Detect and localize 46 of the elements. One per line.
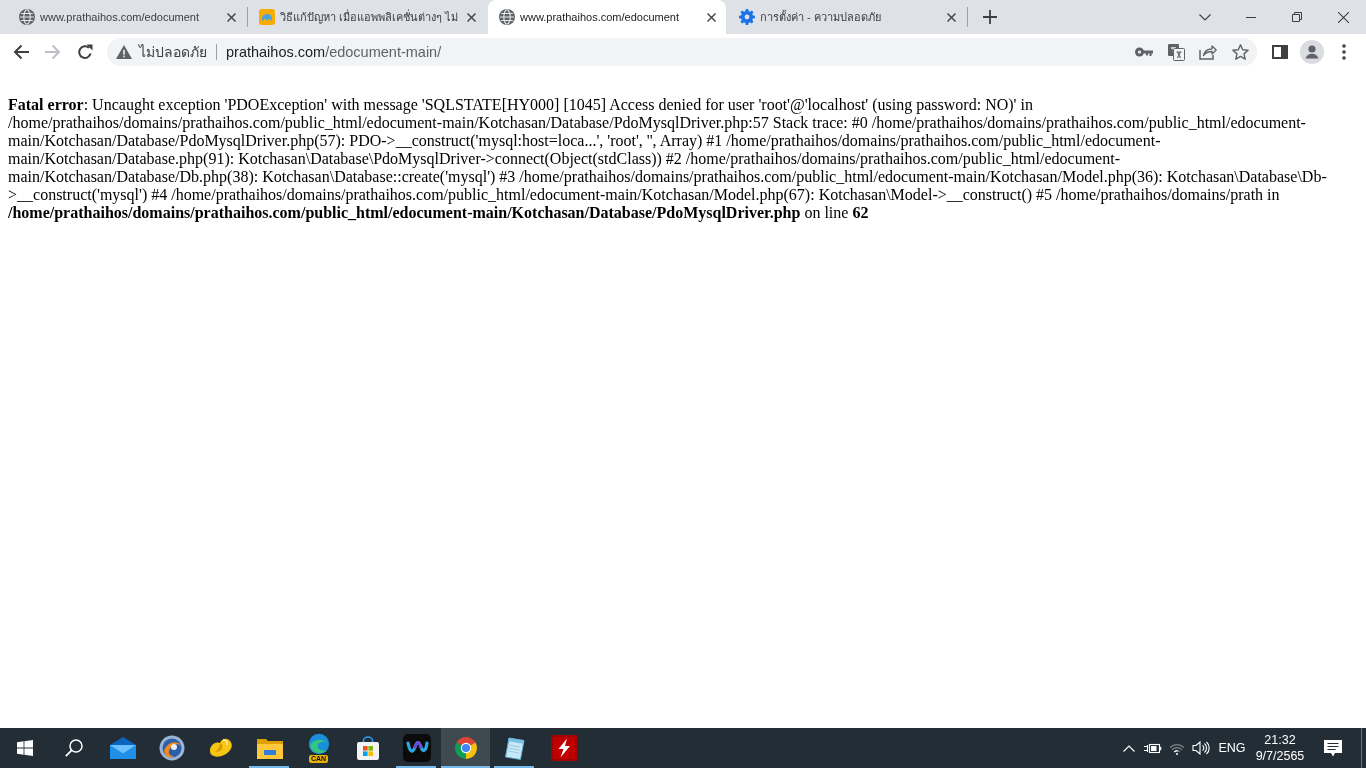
- plus-icon[interactable]: [983, 10, 997, 24]
- battery-icon[interactable]: [1144, 742, 1162, 754]
- url-text[interactable]: prathaihos.com/edocument-main/: [226, 44, 1128, 60]
- notification-icon[interactable]: [1324, 739, 1342, 757]
- side-panel-icon[interactable]: [1272, 45, 1288, 59]
- translate-icon[interactable]: [1167, 43, 1185, 61]
- tricolor-circle-icon[interactable]: [453, 736, 478, 760]
- key-icon[interactable]: [1135, 47, 1153, 57]
- browser-tab[interactable]: www.prathaihos.com/edocument: [488, 0, 726, 34]
- share-icon[interactable]: [1199, 44, 1217, 60]
- envelope-icon[interactable]: [109, 737, 136, 759]
- star-icon[interactable]: [1231, 44, 1249, 60]
- speaker-icon[interactable]: [1192, 741, 1210, 755]
- more-icon[interactable]: [1342, 44, 1346, 60]
- swirl-icon[interactable]: [307, 733, 330, 755]
- address-bar[interactable]: ไม่ปลอดภัย prathaihos.com/edocument-main/: [107, 38, 1257, 66]
- browser-tab[interactable]: วิธีแก้ปัญหา เมื่อแอพพลิเคชั่นต่างๆ ไม่: [248, 0, 486, 34]
- gear-icon: [739, 9, 755, 25]
- site-favicon-icon: [259, 9, 275, 25]
- restore-icon[interactable]: [1292, 12, 1302, 22]
- folder-icon[interactable]: [256, 737, 283, 759]
- globe-icon: [499, 9, 515, 25]
- notepad-icon[interactable]: [502, 736, 527, 760]
- globe-icon: [19, 9, 35, 25]
- chevron-down-icon[interactable]: [1199, 13, 1211, 21]
- chevron-up-icon[interactable]: [1123, 744, 1135, 752]
- browser-tab[interactable]: www.prathaihos.com/edocument: [8, 0, 246, 34]
- error-message: Fatal error: Uncaught exception 'PDOException' with message 'SQLSTATE[HY000] [1045] Access denied for user 'root'@'localhost' (using password: NO)' in /home/prathaihos/domains/prathaihos.com/public_html/edocument-main/Kotchasan/Database/PdoMysqlDriver.php:57 Stack trace: #0 /home/prathaihos/domains/prathaihos.com/public_html/edocument-main/Kotchasan/Database/PdoMysqlDriver.php(57): PDO->__construct('mysql:host=loca...', 'root', '', Array) #1 /home/prathaihos/domains/prathaihos.com/public_html/edocument-main/Kotchasan/Database.php(91): Kotchasan\Database\PdoMysqlDriver->connect(Object(stdClass)) #2 /home/prathaihos/domains/prathaihos.com/public_html/edocument-main/Kotchasan/Database/Db.php(38): Kotchasan\Database::create('mysql') #3 /home/prathaihos/domains/prathaihos.com/public_html/edocument-main/Kotchasan/Model.php(36): Kotchasan\Database\Db->__construct('mysql') #4 /home/prathaihos/domains/prathaihos.com/public_html/edocument-main/Kotchasan/Model.php(67): Kotchasan\Model->__construct() #5 /home/prathaihos/domains/prath in /home/prathaihos/domains/prathaihos.com/public_html/edocument-main/Kotchasan/Database/PdoMysqlDriver.php on line 62: [8, 96, 1328, 222]
- minimize-icon[interactable]: [1246, 16, 1256, 18]
- back-arrow-icon[interactable]: [13, 44, 29, 60]
- search-icon[interactable]: [64, 739, 83, 757]
- lightning-tile-icon[interactable]: [550, 735, 577, 761]
- close-icon[interactable]: [1337, 11, 1349, 23]
- emblem-icon[interactable]: [158, 735, 185, 761]
- reload-icon[interactable]: [77, 44, 93, 60]
- wifi-icon[interactable]: [1169, 741, 1185, 755]
- shopping-bag-icon[interactable]: [355, 736, 380, 760]
- browser-tab[interactable]: การตั้งค่า - ความปลอดภัย: [728, 0, 966, 34]
- security-status-button[interactable]: ไม่ปลอดภัย: [112, 40, 211, 64]
- clock-button[interactable]: 21:32 9/7/2565: [1251, 728, 1309, 768]
- wave-tile-icon[interactable]: [402, 734, 431, 762]
- petal-icon[interactable]: [207, 736, 234, 760]
- language-button[interactable]: ENG: [1213, 728, 1251, 768]
- four-panes-icon[interactable]: [16, 740, 33, 756]
- taskbar-app-button[interactable]: [441, 728, 490, 768]
- warning-icon: [116, 45, 132, 59]
